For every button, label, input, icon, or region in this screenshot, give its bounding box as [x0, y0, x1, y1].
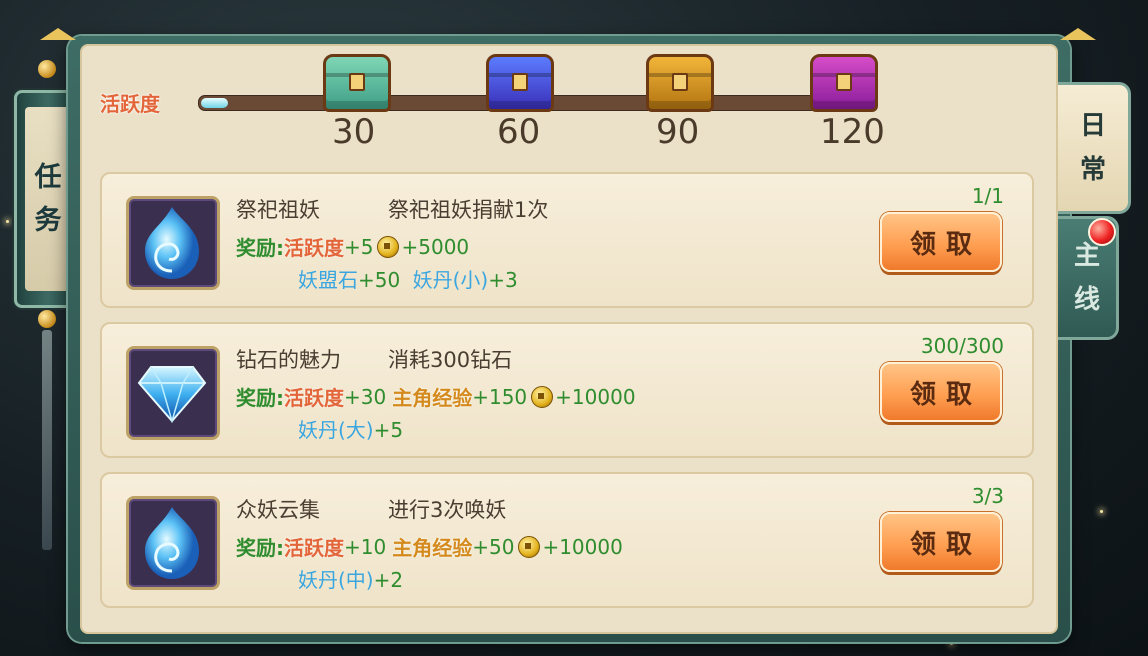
- green-chest-icon[interactable]: [323, 54, 391, 112]
- task-desc: 祭祀祖妖捐献1次: [388, 198, 549, 222]
- bead-ornament: [38, 60, 56, 78]
- tab-char: 线: [1073, 285, 1100, 315]
- item-reward-value: +5: [373, 418, 404, 442]
- activity-reward-value: +30: [344, 384, 387, 409]
- task-row: 众妖云集 进行3次唤妖 3/3 奖励: 活跃度 +10 主角经验 +50 +10…: [100, 472, 1034, 608]
- tab-daily[interactable]: 日 常: [1058, 82, 1131, 214]
- item-reward-name: 妖丹(小): [412, 268, 489, 292]
- item-reward-name: 妖丹(中): [298, 568, 374, 592]
- blue-swirl-icon: [145, 207, 199, 279]
- reward-line: 妖丹(大)+5: [298, 414, 403, 443]
- task-row: 祭祀祖妖 祭祀祖妖捐献1次 1/1 奖励: 活跃度 +5 +5000 妖盟石+5…: [100, 172, 1034, 308]
- reward-label: 奖励:: [236, 386, 284, 410]
- reward-line: 妖盟石+50 妖丹(小)+3: [298, 264, 518, 293]
- activity-reward-label: 活跃度: [284, 236, 344, 260]
- blue-swirl-icon: [145, 507, 199, 579]
- task-progress: 3/3: [971, 484, 1004, 508]
- reward-label: 奖励:: [236, 536, 284, 560]
- reward-label: 奖励:: [236, 236, 284, 260]
- sparkle: [1100, 510, 1103, 513]
- sparkle: [950, 642, 953, 645]
- activity-reward-value: +10: [344, 534, 387, 559]
- item-reward-value: +2: [373, 568, 404, 592]
- notification-dot-icon: [1088, 218, 1116, 246]
- coin-reward-value: +10000: [542, 534, 623, 559]
- tassel-ornament: [42, 330, 52, 550]
- task-icon-frame: [126, 346, 220, 440]
- reward-line: 奖励: 活跃度 +30 主角经验 +150 +10000: [236, 382, 636, 411]
- corner-ornament: [1060, 28, 1096, 40]
- task-row: 钻石的魅力 消耗300钻石 300/300 奖励: 活跃度 +30 主角经验 +…: [100, 322, 1034, 458]
- milestone-value: 120: [820, 112, 885, 152]
- corner-ornament: [40, 28, 76, 40]
- claim-button[interactable]: 领取: [880, 512, 1002, 572]
- task-desc: 进行3次唤妖: [388, 498, 507, 522]
- milestone-value: 90: [656, 112, 700, 152]
- task-desc: 消耗300钻石: [388, 348, 513, 372]
- task-name: 众妖云集: [236, 498, 320, 522]
- coin-reward-value: +10000: [555, 384, 636, 409]
- milestone-value: 30: [332, 112, 376, 152]
- exp-reward-label: 主角经验: [392, 536, 473, 560]
- sparkle: [6, 220, 9, 223]
- exp-reward-label: 主角经验: [392, 386, 473, 410]
- item-reward-value: +50: [358, 268, 401, 292]
- reward-line: 奖励: 活跃度 +10 主角经验 +50 +10000: [236, 532, 623, 561]
- task-progress: 1/1: [971, 184, 1004, 208]
- task-progress: 300/300: [920, 334, 1004, 358]
- bead-ornament: [38, 310, 56, 328]
- item-reward-name: 妖盟石: [298, 268, 358, 292]
- activity-reward-value: +5: [344, 234, 374, 259]
- coin-icon: [531, 385, 554, 408]
- blue-chest-icon[interactable]: [486, 54, 554, 112]
- task-name: 钻石的魅力: [236, 348, 341, 372]
- tab-char: 日: [1079, 110, 1106, 141]
- claim-button[interactable]: 领取: [880, 212, 1002, 272]
- coin-reward-value: +5000: [401, 234, 470, 259]
- tab-char: 常: [1079, 155, 1106, 185]
- item-reward-name: 妖丹(大): [298, 418, 374, 442]
- milestone-value: 60: [497, 112, 541, 152]
- activity-reward-label: 活跃度: [284, 386, 344, 410]
- task-name: 祭祀祖妖: [236, 198, 320, 222]
- reward-line: 奖励: 活跃度 +5 +5000: [236, 232, 469, 261]
- activity-label: 活跃度: [100, 92, 160, 116]
- claim-button[interactable]: 领取: [880, 362, 1002, 422]
- exp-reward-value: +150: [472, 384, 528, 409]
- item-reward-value: +3: [488, 268, 518, 292]
- activity-reward-label: 活跃度: [284, 536, 344, 560]
- coin-icon: [377, 235, 400, 258]
- purple-chest-icon[interactable]: [810, 54, 878, 112]
- left-tab-char: 务: [34, 205, 62, 236]
- reward-line: 妖丹(中)+2: [298, 564, 403, 593]
- gold-chest-icon[interactable]: [646, 54, 714, 112]
- exp-reward-value: +50: [472, 534, 515, 559]
- diamond-icon: [137, 366, 207, 423]
- task-icon-frame: [126, 496, 220, 590]
- task-icon-frame: [126, 196, 220, 290]
- activity-progress-fill: [201, 98, 228, 108]
- coin-icon: [518, 535, 541, 558]
- left-tab-char: 任: [34, 161, 62, 193]
